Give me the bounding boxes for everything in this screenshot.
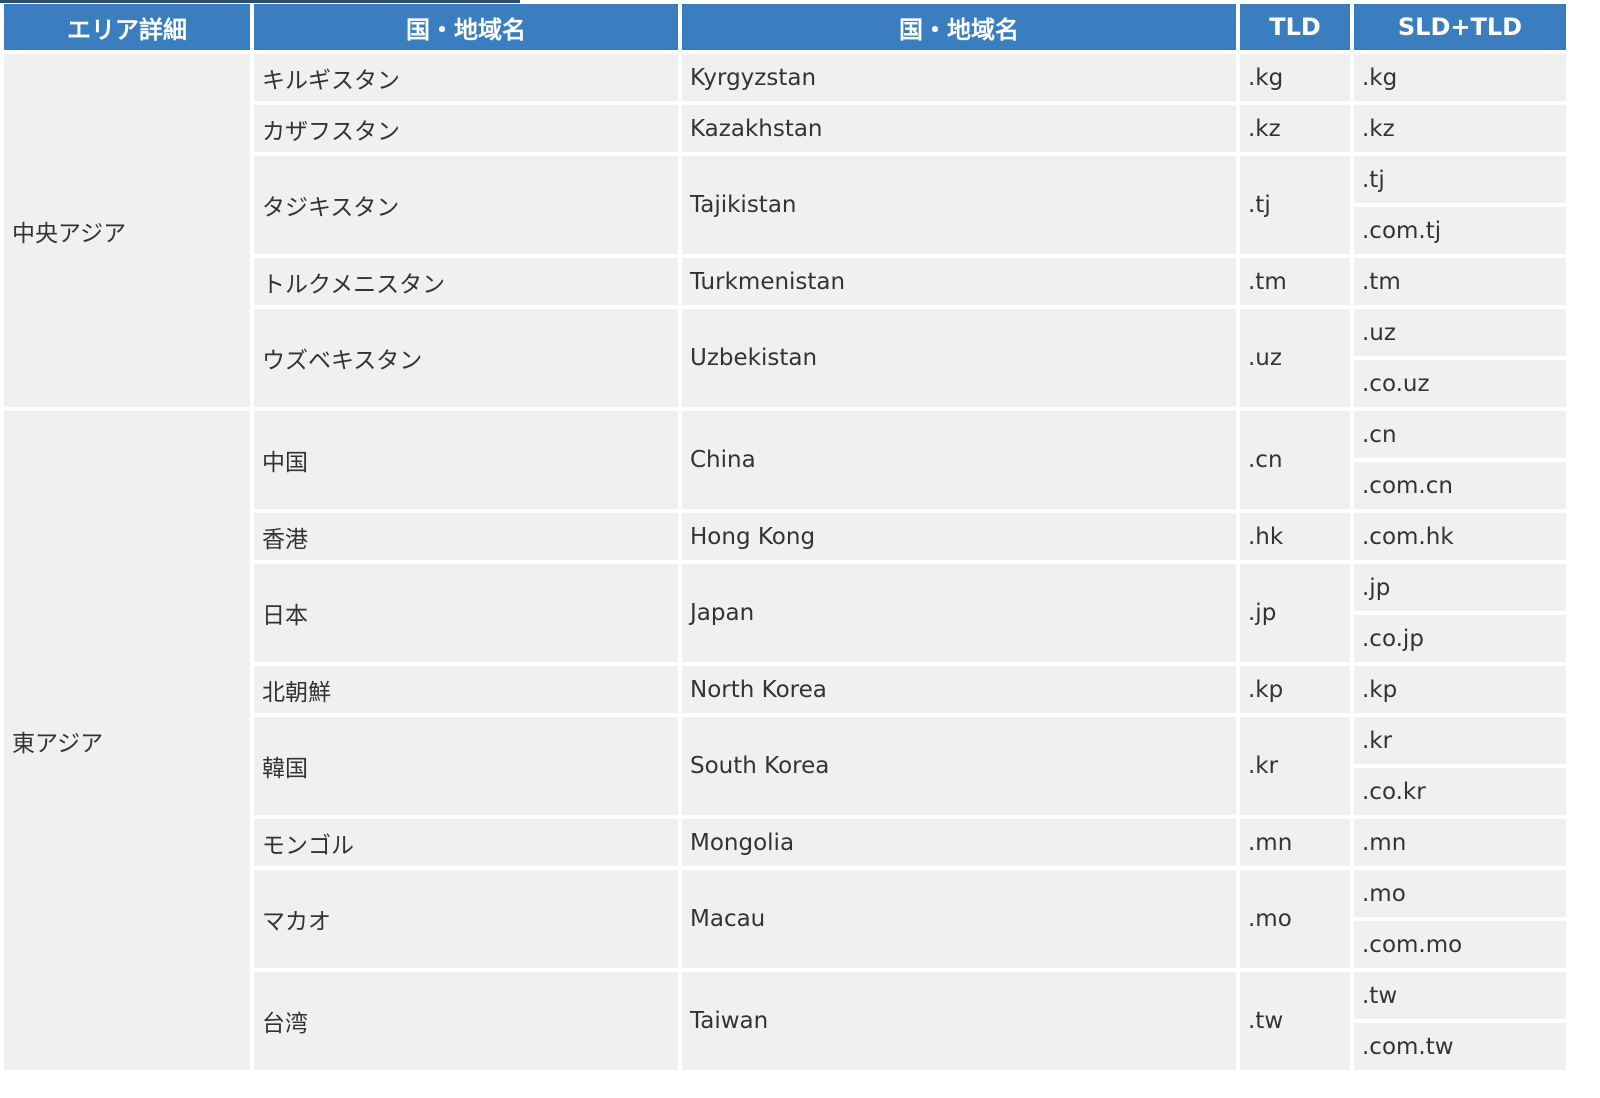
sld-tld-cell: .uz xyxy=(1354,309,1566,356)
country-ja-cell: 韓国 xyxy=(254,717,678,815)
tld-cell: .kz xyxy=(1240,105,1350,152)
country-ja-cell: 中国 xyxy=(254,411,678,509)
country-en-cell: Turkmenistan xyxy=(682,258,1236,305)
country-en-cell: Taiwan xyxy=(682,972,1236,1070)
header-country-ja: 国・地域名 xyxy=(254,4,678,50)
tld-cell: .mo xyxy=(1240,870,1350,968)
sld-tld-cell: .com.tj xyxy=(1354,207,1566,254)
header-row: エリア詳細 国・地域名 国・地域名 TLD SLD+TLD xyxy=(4,4,1566,50)
sld-tld-cell: .co.kr xyxy=(1354,768,1566,815)
country-en-cell: Uzbekistan xyxy=(682,309,1236,407)
header-area: エリア詳細 xyxy=(4,4,250,50)
sld-tld-cell: .jp xyxy=(1354,564,1566,611)
tld-cell: .tm xyxy=(1240,258,1350,305)
tld-table: エリア詳細 国・地域名 国・地域名 TLD SLD+TLD 中央アジア キルギスタ… xyxy=(0,0,1570,1074)
header-sld-tld: SLD+TLD xyxy=(1354,4,1566,50)
sld-tld-cell: .co.uz xyxy=(1354,360,1566,407)
tld-cell: .hk xyxy=(1240,513,1350,560)
sld-tld-cell: .mn xyxy=(1354,819,1566,866)
sld-tld-cell: .cn xyxy=(1354,411,1566,458)
sld-tld-cell: .com.mo xyxy=(1354,921,1566,968)
country-en-cell: Kyrgyzstan xyxy=(682,54,1236,101)
sld-tld-cell: .kz xyxy=(1354,105,1566,152)
tld-cell: .cn xyxy=(1240,411,1350,509)
country-ja-cell: トルクメニスタン xyxy=(254,258,678,305)
country-en-cell: Macau xyxy=(682,870,1236,968)
sld-tld-cell: .mo xyxy=(1354,870,1566,917)
country-ja-cell: ウズベキスタン xyxy=(254,309,678,407)
country-ja-cell: 台湾 xyxy=(254,972,678,1070)
tld-cell: .mn xyxy=(1240,819,1350,866)
tld-cell: .kr xyxy=(1240,717,1350,815)
sld-tld-cell: .kp xyxy=(1354,666,1566,713)
header-country-en: 国・地域名 xyxy=(682,4,1236,50)
country-en-cell: Japan xyxy=(682,564,1236,662)
country-ja-cell: カザフスタン xyxy=(254,105,678,152)
country-ja-cell: 香港 xyxy=(254,513,678,560)
country-ja-cell: 北朝鮮 xyxy=(254,666,678,713)
tld-cell: .uz xyxy=(1240,309,1350,407)
tld-cell: .jp xyxy=(1240,564,1350,662)
country-ja-cell: マカオ xyxy=(254,870,678,968)
sld-tld-cell: .com.cn xyxy=(1354,462,1566,509)
sld-tld-cell: .com.tw xyxy=(1354,1023,1566,1070)
tld-cell: .tw xyxy=(1240,972,1350,1070)
country-ja-cell: モンゴル xyxy=(254,819,678,866)
sld-tld-cell: .tw xyxy=(1354,972,1566,1019)
table-body: 中央アジア キルギスタン Kyrgyzstan .kg .kg カザフスタン Kazakhs… xyxy=(4,54,1566,1070)
country-ja-cell: 日本 xyxy=(254,564,678,662)
country-ja-cell: タジキスタン xyxy=(254,156,678,254)
tld-cell: .kg xyxy=(1240,54,1350,101)
table-row: 中央アジア キルギスタン Kyrgyzstan .kg .kg xyxy=(4,54,1566,407)
tld-cell: .kp xyxy=(1240,666,1350,713)
sld-tld-cell: .tj xyxy=(1354,156,1566,203)
sld-tld-cell: .kr xyxy=(1354,717,1566,764)
country-en-cell: China xyxy=(682,411,1236,509)
sld-tld-cell: .tm xyxy=(1354,258,1566,305)
country-en-cell: Tajikistan xyxy=(682,156,1236,254)
country-ja-cell: キルギスタン xyxy=(254,54,678,101)
tld-cell: .tj xyxy=(1240,156,1350,254)
header-tld: TLD xyxy=(1240,4,1350,50)
country-en-cell: South Korea xyxy=(682,717,1236,815)
table-row: 東アジア 中国 China .cn .cn xyxy=(4,411,1566,1070)
country-en-cell: Hong Kong xyxy=(682,513,1236,560)
sld-tld-cell: .com.hk xyxy=(1354,513,1566,560)
area-cell: 東アジア xyxy=(4,411,250,1070)
country-en-cell: Kazakhstan xyxy=(682,105,1236,152)
area-cell: 中央アジア xyxy=(4,54,250,407)
country-en-cell: North Korea xyxy=(682,666,1236,713)
sld-tld-cell: .kg xyxy=(1354,54,1566,101)
sld-tld-cell: .co.jp xyxy=(1354,615,1566,662)
country-en-cell: Mongolia xyxy=(682,819,1236,866)
